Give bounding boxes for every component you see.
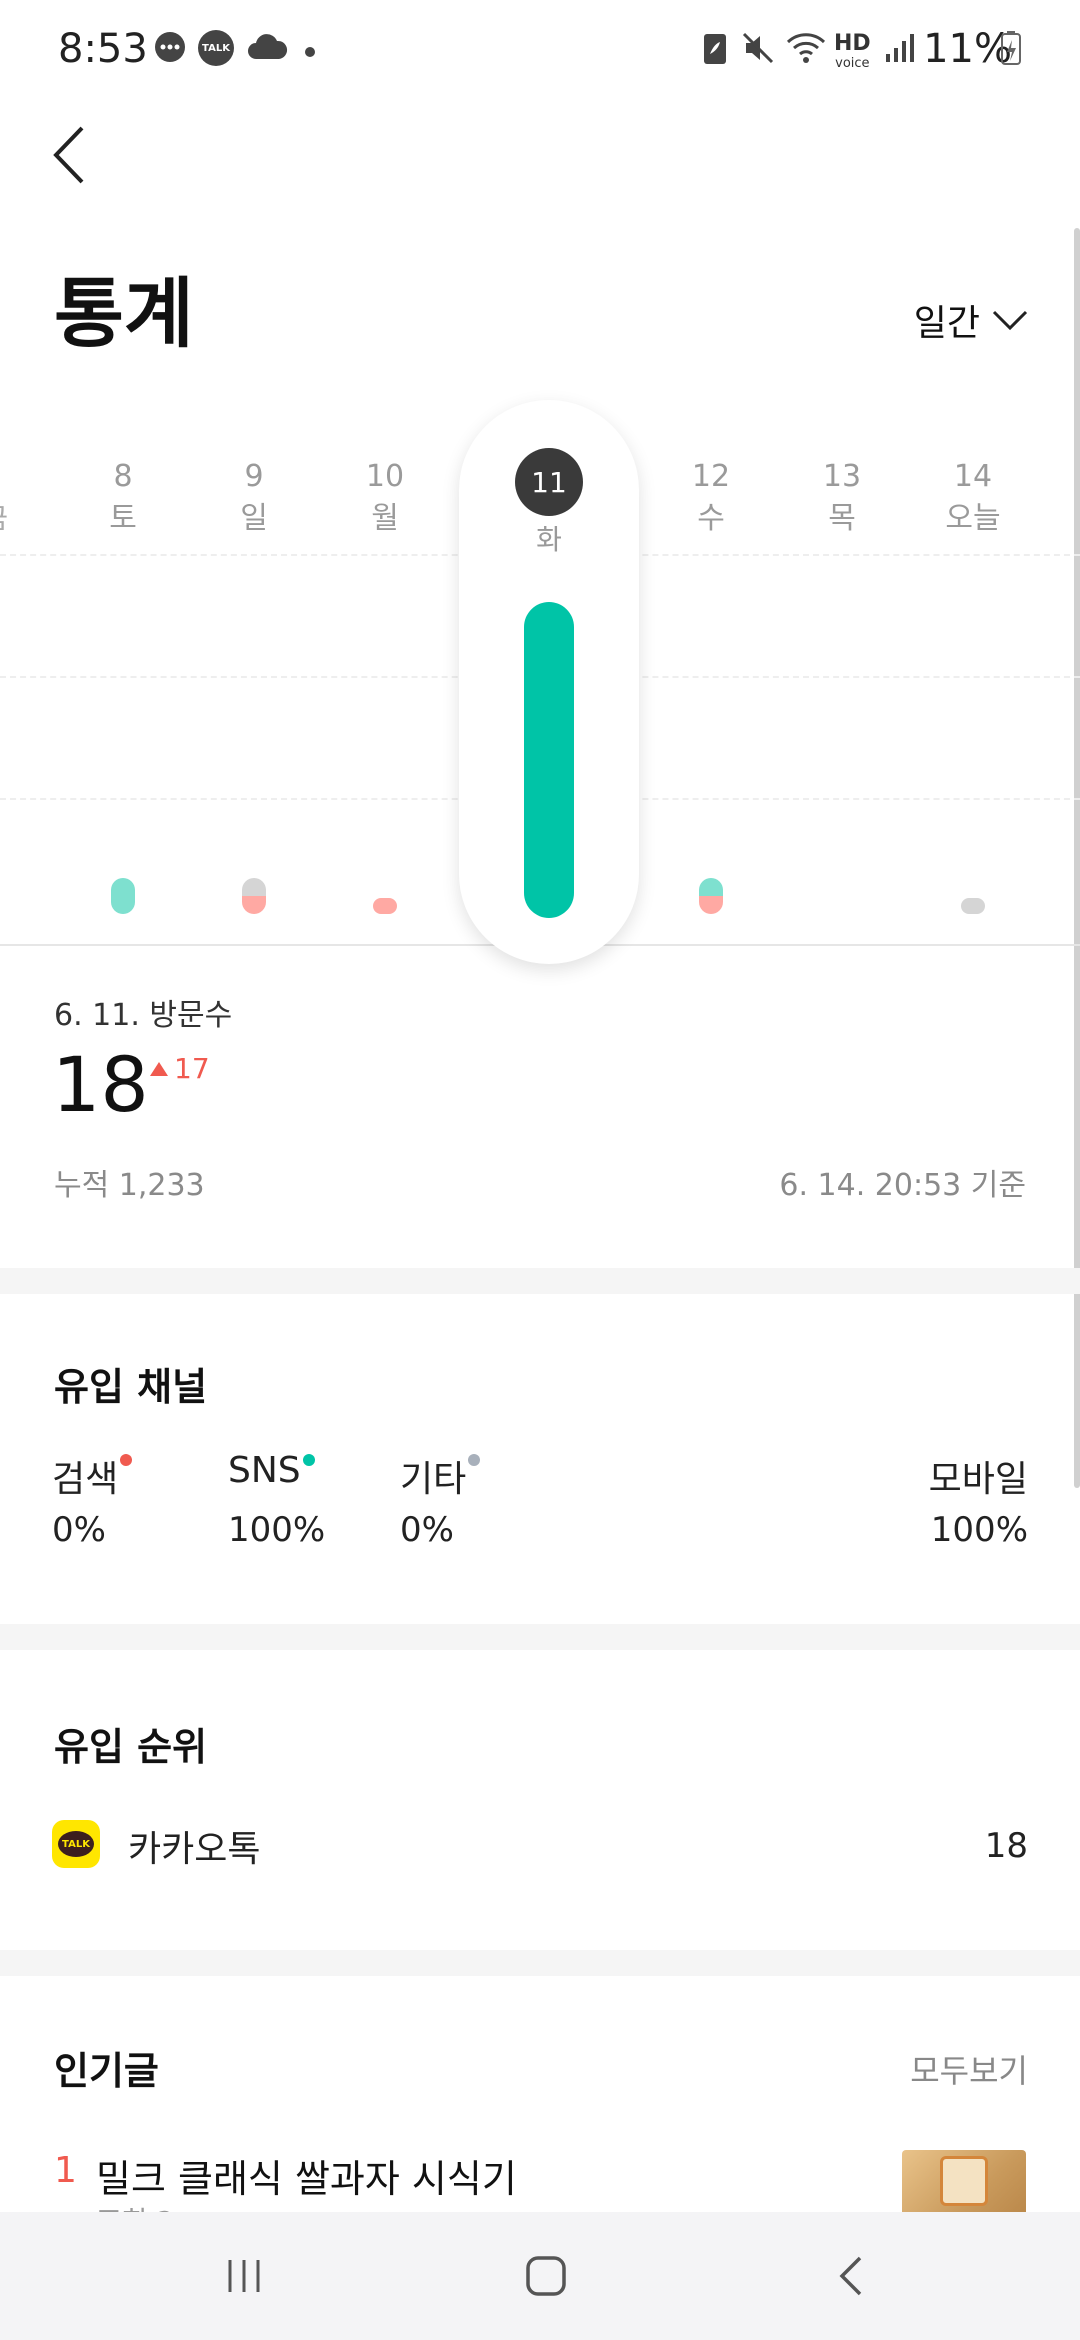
day-number: 8 — [113, 459, 133, 494]
voice-label: voice — [835, 56, 870, 71]
bar-segment — [699, 896, 723, 914]
channel-search: 검색 — [52, 1450, 133, 1502]
channel-label: 검색 — [52, 1459, 119, 1500]
day-label-9[interactable]: 9일 — [204, 456, 304, 540]
day-number: 14 — [953, 459, 993, 494]
day-label-13[interactable]: 13 목 — [792, 456, 892, 540]
visits-delta: 17 — [150, 1052, 210, 1085]
popular-title: 인기글 — [54, 2049, 159, 2093]
bar-segment — [242, 878, 266, 896]
battery-saver-icon — [704, 34, 726, 64]
section-divider — [0, 1950, 1080, 1976]
dot-icon — [305, 47, 315, 57]
system-back-button[interactable] — [826, 2250, 878, 2302]
chevron-down-icon — [992, 310, 1028, 331]
channel-sns: SNS — [228, 1450, 315, 1491]
ranking-item-count: 18 — [984, 1826, 1028, 1866]
day-weekday: 월 — [371, 501, 399, 536]
home-button[interactable] — [520, 2250, 572, 2302]
popular-rank: 1 — [54, 2150, 77, 2191]
selected-day-number: 11 — [515, 448, 583, 516]
mute-icon — [742, 32, 774, 64]
channel-other-value: 0% — [400, 1510, 454, 1550]
day-weekday: 오늘 — [945, 501, 1001, 536]
chart-bar-12[interactable] — [699, 878, 723, 914]
popular-post-title[interactable]: 밀크 클래식 쌀과자 시식기 — [96, 2148, 517, 2203]
day-number: 13 — [822, 459, 862, 494]
status-time: 8:53 — [58, 26, 148, 72]
channel-other: 기타 — [400, 1450, 481, 1502]
day-number: 10 — [365, 459, 405, 494]
day-label-14[interactable]: 14 오늘 — [923, 456, 1023, 540]
period-dropdown[interactable]: 일간 — [914, 294, 1028, 346]
sns-dot-icon — [302, 1454, 315, 1466]
message-icon — [155, 32, 185, 62]
ranking-title: 유입 순위 — [54, 1725, 208, 1769]
wifi-icon — [786, 33, 826, 63]
visits-label: 6. 11. 방문수 — [54, 998, 233, 1033]
day-number: 12 — [691, 459, 731, 494]
battery-percent: 11% — [923, 26, 1012, 72]
visits-count: 18 — [52, 1040, 149, 1129]
system-nav-bar — [0, 2212, 1080, 2340]
ranking-item-name[interactable]: 카카오톡 — [128, 1820, 260, 1872]
day-weekday: 목 — [828, 501, 856, 536]
signal-icon — [886, 34, 914, 62]
cumulative-visits: 누적 1,233 — [54, 1168, 205, 1203]
day-label-8[interactable]: 8토 — [73, 456, 173, 540]
channel-label: SNS — [228, 1450, 301, 1491]
thumbnail-image — [940, 2156, 988, 2206]
day-weekday: 일 — [240, 501, 268, 536]
day-weekday: 수 — [697, 501, 725, 536]
hd-label: HD — [834, 31, 871, 56]
up-arrow-icon — [150, 1061, 168, 1076]
kakaotalk-icon: TALK — [52, 1820, 100, 1868]
status-bar: 8:53 TALK HD voice 11% — [0, 0, 1080, 100]
recent-apps-button[interactable] — [218, 2250, 270, 2302]
day-label-prev: 7금 — [0, 456, 8, 540]
channel-search-value: 0% — [52, 1510, 106, 1550]
kakaotalk-icon: TALK — [198, 30, 234, 66]
channels-title: 유입 채널 — [54, 1365, 208, 1409]
stats-basis-time: 6. 14. 20:53 기준 — [779, 1168, 1026, 1203]
talk-bubble-icon: TALK — [58, 1831, 94, 1857]
period-label: 일간 — [913, 303, 980, 344]
chart-bar-8[interactable] — [111, 878, 135, 914]
chart-bar-14[interactable] — [961, 898, 985, 914]
daily-visits-chart: 7금 11 화 8토9일10월12수13목14오늘 — [0, 400, 1080, 964]
selected-day-weekday: 화 — [536, 523, 562, 556]
channel-sns-value: 100% — [228, 1510, 326, 1550]
chart-bar-9[interactable] — [242, 878, 266, 914]
day-label-12[interactable]: 12 수 — [661, 456, 761, 540]
device-mobile-value: 100% — [930, 1510, 1028, 1550]
day-weekday: 토 — [109, 501, 137, 536]
other-dot-icon — [468, 1454, 481, 1466]
day-number: 9 — [244, 459, 264, 494]
bar-segment — [242, 896, 266, 914]
day-label-10[interactable]: 10 월 — [335, 456, 435, 540]
battery-icon — [1001, 31, 1021, 65]
section-divider — [0, 1624, 1080, 1650]
back-button[interactable] — [48, 122, 92, 188]
cloud-icon — [248, 34, 288, 59]
chart-bar-10[interactable] — [373, 898, 397, 914]
page-title: 통계 — [54, 269, 194, 358]
search-dot-icon — [120, 1454, 133, 1466]
device-mobile-label: 모바일 — [928, 1459, 1028, 1500]
view-all-link[interactable]: 모두보기 — [910, 2046, 1028, 2092]
chart-bar-selected[interactable] — [524, 602, 574, 918]
hd-voice-indicator: HD voice — [834, 31, 871, 74]
section-divider — [0, 1268, 1080, 1294]
bar-segment — [699, 878, 723, 896]
visits-delta-value: 17 — [174, 1052, 210, 1085]
channel-label: 기타 — [400, 1459, 467, 1500]
